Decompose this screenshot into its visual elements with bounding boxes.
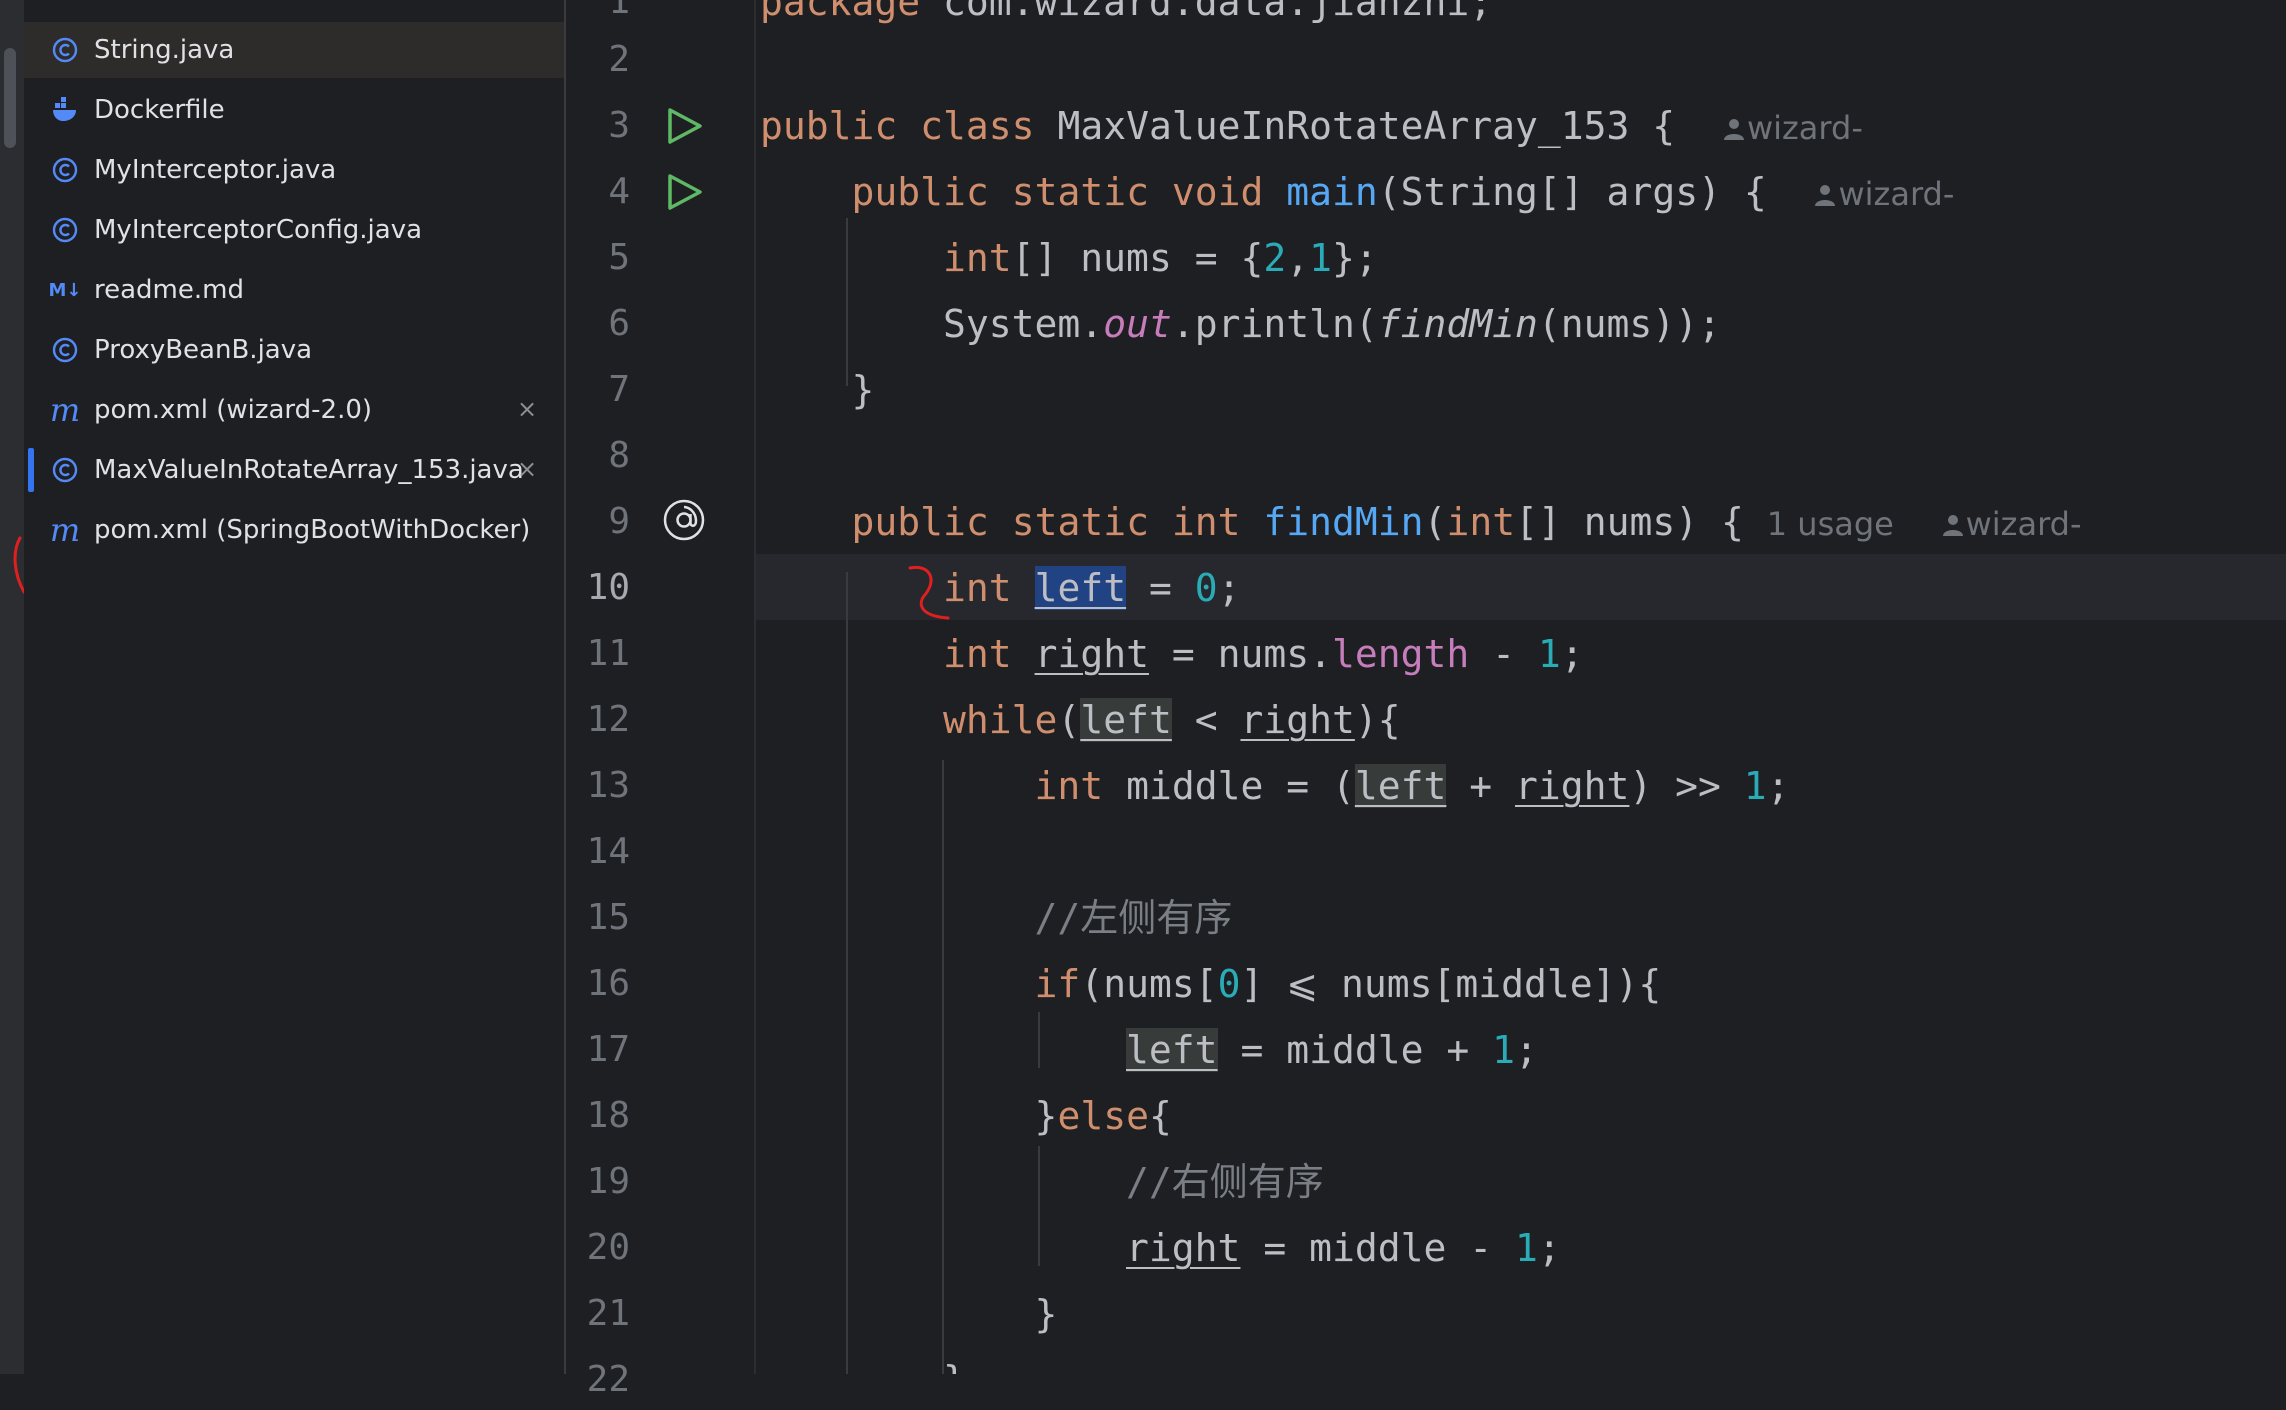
docker-icon (50, 95, 80, 125)
user-icon (1815, 185, 1836, 206)
line-number[interactable]: 17 (587, 1020, 630, 1080)
recent-file-item[interactable]: Dockerfile (24, 82, 564, 138)
variable-left-selected[interactable]: left (1034, 566, 1127, 610)
recent-file-name: readme.md (94, 275, 244, 305)
code-line-13: int middle = (left + right) >> 1; (1034, 764, 1790, 808)
at-annotation-icon[interactable] (662, 498, 706, 542)
maven-icon: m (49, 511, 81, 549)
markdown-icon: M↓ (48, 279, 82, 301)
scrollbar-thumb[interactable] (4, 48, 16, 148)
recent-file-item[interactable]: ProxyBeanB.java (24, 322, 564, 378)
author-hint[interactable]: wizard- (1721, 109, 1863, 147)
recent-file-item[interactable]: String.java (24, 22, 564, 78)
code-line-16: if(nums[0] ⩽ nums[middle]){ (1034, 962, 1662, 1006)
line-number[interactable]: 3 (608, 96, 630, 156)
line-number[interactable]: 12 (587, 690, 630, 750)
java-class-icon (50, 215, 80, 245)
line-number[interactable]: 18 (587, 1086, 630, 1146)
recent-file-name: MyInterceptor.java (94, 155, 337, 185)
recent-file-item[interactable]: MyInterceptorConfig.java (24, 202, 564, 258)
author-hint[interactable]: wizard- (1812, 175, 1954, 213)
recent-file-item[interactable]: MyInterceptor.java (24, 142, 564, 198)
scrollbar-track[interactable] (0, 0, 24, 1374)
line-number[interactable]: 1 (608, 0, 630, 32)
recent-file-name: String.java (94, 35, 235, 65)
line-number[interactable]: 14 (587, 822, 630, 882)
code-line-12: while(left < right){ (943, 698, 1401, 742)
java-class-icon (50, 155, 80, 185)
recent-file-item[interactable]: MaxValueInRotateArray_153.java × (24, 442, 564, 498)
code-editor[interactable]: package com.wizard.data.jianzhi; public … (756, 0, 2286, 1374)
code-line-19: //右侧有序 (1126, 1160, 1324, 1204)
code-line-9: public static int findMin(int[] nums) { … (851, 500, 2082, 544)
line-number[interactable]: 11 (587, 624, 630, 684)
recent-files-panel: String.java Dockerfile MyInterceptor.java M… (24, 0, 566, 1374)
code-line-15: //左侧有序 (1034, 896, 1233, 940)
recent-file-name: Dockerfile (94, 95, 225, 125)
user-icon (1942, 515, 1963, 536)
line-number[interactable]: 21 (587, 1284, 630, 1344)
line-number[interactable]: 19 (587, 1152, 630, 1212)
line-number[interactable]: 10 (587, 558, 630, 618)
editor-gutter: 1 2 3 4 5 6 7 8 9 10 11 12 13 14 15 16 17 18 19 20 21 22 (566, 0, 756, 1400)
close-icon[interactable]: × (512, 394, 542, 424)
line-number[interactable]: 5 (608, 228, 630, 288)
code-line-11: int right = nums.length - 1; (943, 632, 1584, 676)
java-class-icon (50, 455, 80, 485)
active-file-indicator (28, 448, 34, 492)
usage-hint[interactable]: 1 usage (1767, 505, 1894, 543)
recent-file-item[interactable]: M↓ readme.md (24, 262, 564, 318)
recent-file-name: ProxyBeanB.java (94, 335, 313, 365)
line-number[interactable]: 7 (608, 360, 630, 420)
line-number[interactable]: 13 (587, 756, 630, 816)
user-icon (1723, 119, 1744, 140)
line-number[interactable]: 4 (608, 162, 630, 222)
code-line-22: } (760, 1350, 966, 1374)
code-line-1: package com.wizard.data.jianzhi; (760, 0, 1493, 24)
run-icon[interactable] (662, 170, 706, 214)
code-line-20: right = middle - 1; (1126, 1226, 1561, 1270)
code-line-17: left = middle + 1; (1126, 1028, 1538, 1072)
recent-file-item[interactable]: m pom.xml (wizard-2.0) × (24, 382, 564, 438)
run-icon[interactable] (662, 104, 706, 148)
line-number[interactable]: 16 (587, 954, 630, 1014)
recent-file-name: MyInterceptorConfig.java (94, 215, 423, 245)
line-number[interactable]: 20 (587, 1218, 630, 1278)
code-line-7: } (851, 368, 875, 412)
line-number[interactable]: 2 (608, 30, 630, 90)
code-line-4: public static void main(String[] args) {… (851, 170, 1955, 214)
code-line-3: public class MaxValueInRotateArray_153 {… (760, 104, 1863, 148)
recent-file-name: pom.xml (SpringBootWithDocker) (94, 515, 531, 545)
code-line-10: int left = 0; (943, 566, 1241, 610)
code-line-21: } (1034, 1292, 1058, 1336)
code-line-18: }else{ (1034, 1094, 1172, 1138)
line-number[interactable]: 6 (608, 294, 630, 354)
close-icon[interactable]: × (512, 454, 542, 484)
line-number[interactable]: 15 (587, 888, 630, 948)
code-line-5: int[] nums = {2,1}; (943, 236, 1378, 280)
line-number[interactable]: 8 (608, 426, 630, 486)
line-number[interactable]: 9 (608, 492, 630, 552)
code-line-6: System.out.println(findMin(nums)); (943, 302, 1721, 346)
recent-file-name: pom.xml (wizard-2.0) (94, 395, 373, 425)
author-hint[interactable]: wizard- (1940, 505, 2082, 543)
recent-file-name: MaxValueInRotateArray_153.java (94, 455, 524, 485)
recent-file-item[interactable]: m pom.xml (SpringBootWithDocker) (24, 502, 564, 558)
java-class-icon (50, 335, 80, 365)
line-number[interactable]: 22 (587, 1350, 630, 1410)
maven-icon: m (49, 391, 81, 429)
java-class-icon (50, 35, 80, 65)
